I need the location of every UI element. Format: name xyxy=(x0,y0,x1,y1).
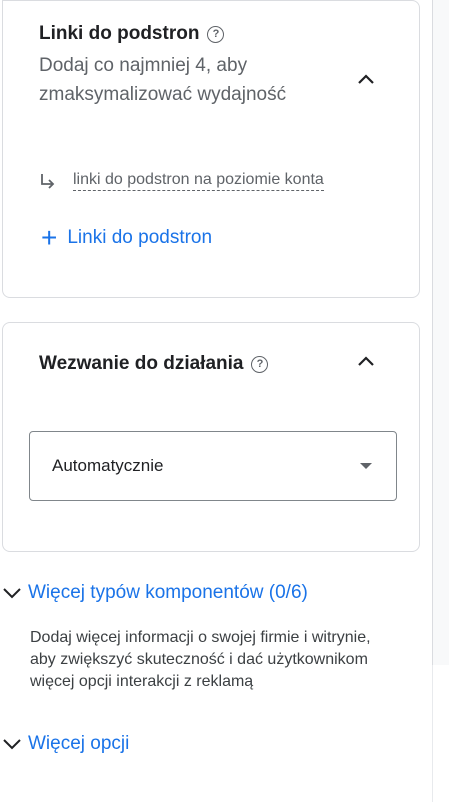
chevron-down-icon xyxy=(3,588,21,599)
call-to-action-card: Wezwanie do działania? Automatycznie xyxy=(2,322,420,552)
add-sitelinks-button[interactable]: + Linki do podstron xyxy=(41,222,213,253)
sitelinks-title-row: Linki do podstron? xyxy=(39,23,225,45)
cta-title-row: Wezwanie do działania? xyxy=(39,353,269,375)
more-options-toggle[interactable]: Więcej opcji xyxy=(2,733,129,755)
more-asset-types-toggle[interactable]: Więcej typów komponentów (0/6) xyxy=(2,582,308,604)
cta-select[interactable]: Automatycznie xyxy=(29,431,397,501)
account-level-sitelinks-row: linki do podstron na poziomie konta xyxy=(39,171,324,191)
right-panel-edge-bottom xyxy=(432,665,449,802)
cta-select-value: Automatycznie xyxy=(52,456,164,475)
sitelinks-card: Linki do podstron? Dodaj co najmniej 4, … xyxy=(2,0,420,298)
more-options-label: Więcej opcji xyxy=(28,733,130,754)
sitelinks-title: Linki do podstron xyxy=(39,23,200,44)
help-circle-icon[interactable]: ? xyxy=(251,356,269,373)
subdirectory-arrow-icon xyxy=(41,174,55,189)
more-asset-types-description: Dodaj więcej informacji o swojej firmie … xyxy=(30,629,371,690)
help-circle-icon[interactable]: ? xyxy=(207,26,225,43)
account-level-sitelinks-link[interactable]: linki do podstron na poziomie konta xyxy=(73,171,324,191)
chevron-down-icon xyxy=(3,739,21,750)
add-sitelinks-label: Linki do podstron xyxy=(67,227,213,248)
chevron-up-icon[interactable] xyxy=(358,71,374,87)
caret-down-icon xyxy=(360,463,372,469)
cta-title: Wezwanie do działania xyxy=(39,353,244,374)
sitelinks-subtitle: Dodaj co najmniej 4, aby zmaksymalizować… xyxy=(39,55,287,105)
chevron-up-icon[interactable] xyxy=(358,353,374,369)
plus-icon: + xyxy=(41,222,58,253)
more-asset-types-label: Więcej typów komponentów (0/6) xyxy=(28,582,308,603)
